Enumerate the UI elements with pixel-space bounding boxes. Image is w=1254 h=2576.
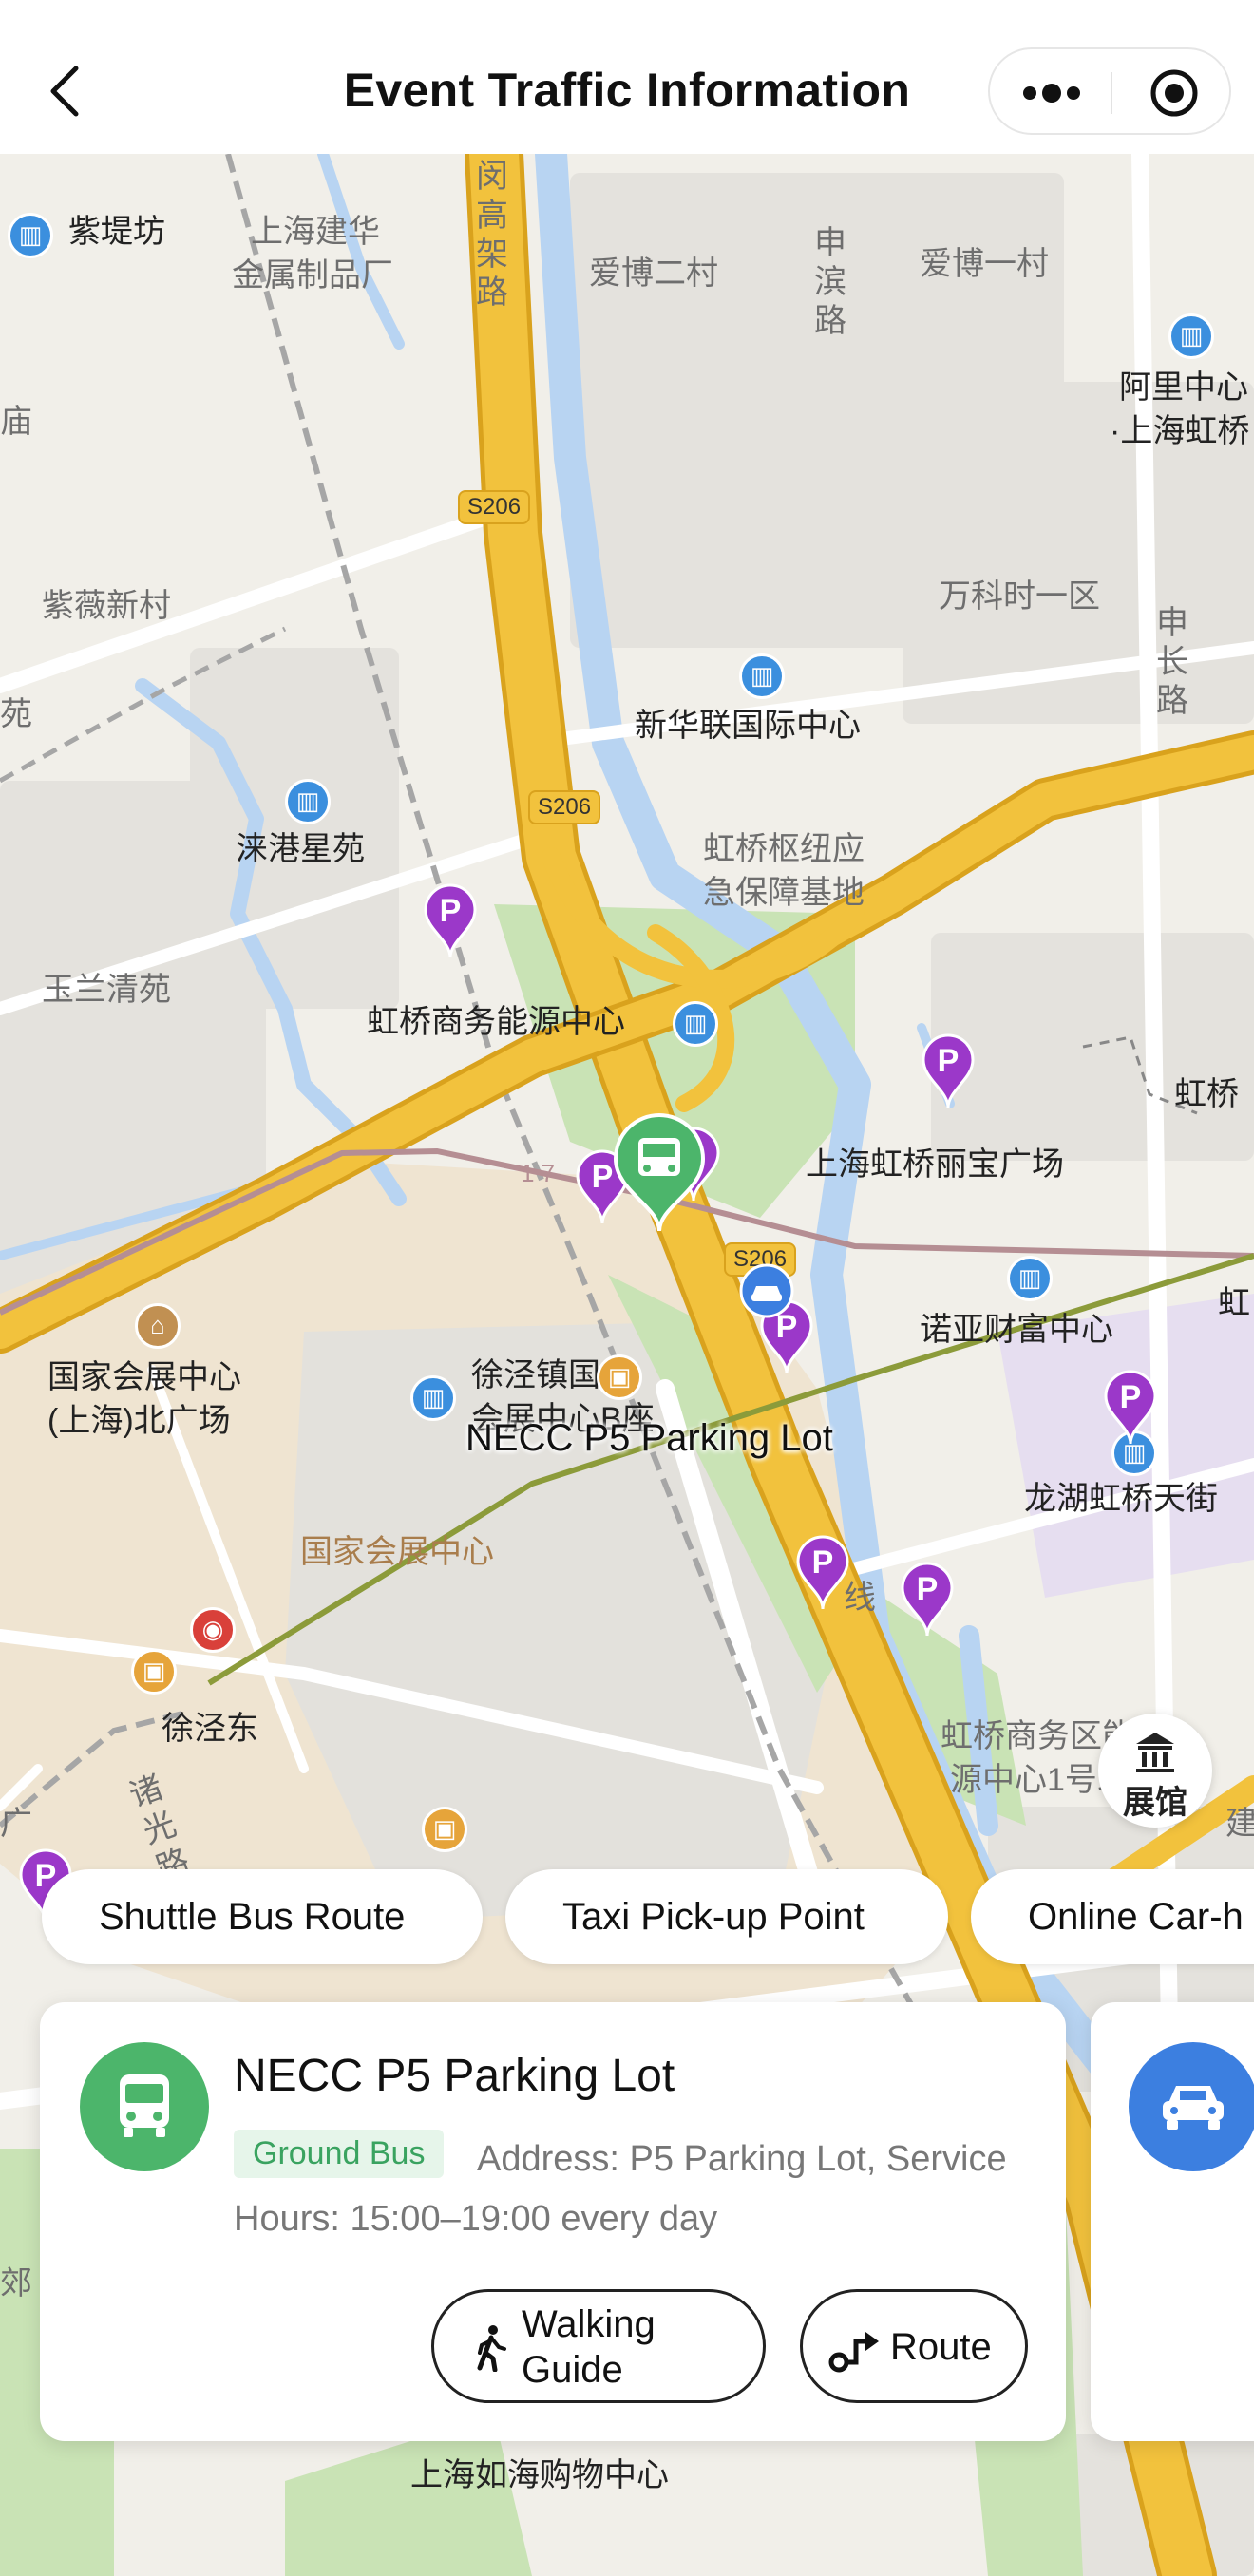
bus-location-pin-icon[interactable]	[612, 1111, 707, 1235]
map-label: 万科时一区	[939, 578, 1100, 615]
parking-pin-icon[interactable]: P	[1102, 1370, 1159, 1446]
parking-pin-icon[interactable]: P	[422, 883, 479, 959]
bus-stop-poi-icon[interactable]: ▣	[422, 1807, 467, 1852]
map-label: 紫薇新村	[42, 588, 171, 624]
road-badge-s206: S206	[528, 790, 601, 824]
parking-pin-icon[interactable]: P	[794, 1535, 851, 1611]
map-label: 庙	[0, 404, 32, 440]
route-button[interactable]: Route	[800, 2289, 1028, 2403]
map-label: 虹	[1218, 1285, 1250, 1321]
close-miniprogram-button[interactable]	[1140, 68, 1208, 118]
building-poi-icon[interactable]: ▥	[673, 1001, 718, 1047]
map-label: 广	[0, 1806, 32, 1842]
map-label: 虹桥枢纽应	[703, 831, 864, 867]
chip-online-car-hailing[interactable]: Online Car-h	[971, 1869, 1254, 1964]
target-icon	[1150, 69, 1198, 117]
map-label: 爱博一村	[920, 246, 1049, 282]
parking-pin-icon[interactable]: P	[920, 1033, 977, 1109]
map-label: 涞港星苑	[236, 831, 365, 867]
svg-text:P: P	[592, 1159, 614, 1195]
bus-icon	[80, 2042, 209, 2171]
road-badge-s206: S206	[458, 490, 531, 524]
more-dots-icon	[1023, 84, 1080, 103]
svg-text:P: P	[917, 1571, 939, 1607]
map-label: 苑	[0, 696, 32, 732]
parking-pin-icon[interactable]: P	[899, 1562, 956, 1638]
map-label: (上海)北广场	[48, 1403, 231, 1439]
car-icon	[1129, 2042, 1254, 2171]
map-label: 龙湖虹桥天街	[1024, 1481, 1218, 1517]
nav-bar: Event Traffic Information	[0, 0, 1254, 154]
location-name: NECC P5 Parking Lot	[234, 2051, 675, 2101]
chip-shuttle-bus-route[interactable]: Shuttle Bus Route	[42, 1869, 483, 1964]
map-label: 玉兰清苑	[42, 972, 171, 1008]
svg-text:P: P	[938, 1043, 960, 1079]
selected-location-label: NECC P5 Parking Lot	[466, 1417, 833, 1459]
building-poi-icon[interactable]: ▥	[1007, 1256, 1053, 1301]
building-poi-icon[interactable]: ▥	[8, 213, 53, 258]
bus-stop-poi-icon[interactable]: ▣	[597, 1354, 642, 1400]
map-label: 申滨路	[814, 225, 846, 339]
map-label: 1 7	[521, 1159, 556, 1187]
walking-guide-label-line1: Walking	[522, 2303, 656, 2345]
map-label: 上海如海购物中心	[410, 2457, 669, 2493]
map-label: 上海建华	[251, 214, 380, 250]
walking-guide-label-line2: Guide	[522, 2349, 623, 2391]
map-label: 虹桥	[1174, 1076, 1239, 1112]
car-location-pin-icon[interactable]	[739, 1263, 794, 1318]
pavilion-label: 展馆	[1123, 1785, 1188, 1821]
map-label: 新华联国际中心	[635, 708, 861, 744]
building-poi-icon[interactable]: ▥	[739, 653, 785, 699]
building-poi-icon[interactable]: ▥	[410, 1375, 456, 1421]
capsule-divider	[1111, 72, 1112, 114]
pavilion-icon	[1136, 1733, 1174, 1772]
map-label: 上海虹桥丽宝广场	[806, 1146, 1064, 1183]
building-poi-icon[interactable]: ▥	[1168, 313, 1214, 359]
map-label: 急保障基地	[703, 875, 864, 911]
map-label: ·上海虹桥	[1110, 413, 1250, 449]
map-label: 徐泾东	[162, 1711, 258, 1747]
map-label: 诺亚财富中心	[920, 1312, 1113, 1348]
transport-mode-chips: Shuttle Bus Route Taxi Pick-up Point Onl…	[0, 1869, 1254, 1970]
transport-type-badge: Ground Bus	[234, 2130, 445, 2178]
svg-text:P: P	[1120, 1379, 1142, 1415]
route-icon	[828, 2332, 879, 2373]
walking-guide-button[interactable]: Walking Guide	[431, 2289, 766, 2403]
building-poi-icon[interactable]: ▥	[285, 779, 331, 824]
pavilion-button[interactable]: 展馆	[1098, 1714, 1212, 1828]
map-label: 金属制品厂	[232, 257, 393, 294]
map-label: 国家会展中心	[48, 1359, 241, 1395]
svg-text:P: P	[440, 893, 462, 929]
location-info-card[interactable]: NECC P5 Parking Lot Address: P5 Parking …	[40, 2002, 1066, 2441]
map-label: 阿里中心	[1119, 369, 1248, 406]
bus-stop-poi-icon[interactable]: ▣	[131, 1649, 177, 1695]
mini-program-capsule	[988, 47, 1231, 135]
map-label: 爱博二村	[589, 256, 718, 292]
metro-station-icon[interactable]: ◉	[190, 1607, 236, 1653]
next-location-card[interactable]	[1091, 2002, 1254, 2441]
more-button[interactable]	[1016, 70, 1087, 116]
route-label: Route	[890, 2326, 992, 2368]
map-label: 紫堤坊	[68, 214, 165, 250]
map-label: 郊	[0, 2265, 32, 2301]
museum-poi-icon[interactable]: ⌂	[135, 1303, 180, 1349]
map-label: 虹桥商务能源中心	[367, 1004, 625, 1040]
map-label: 申长路	[1156, 605, 1188, 719]
svg-text:P: P	[812, 1544, 834, 1581]
map-label: 建	[1226, 1806, 1254, 1842]
walking-person-icon	[477, 2325, 506, 2372]
map-label: 闵高架路	[476, 159, 508, 312]
map-label: 国家会展中心	[300, 1534, 494, 1570]
chip-taxi-pickup-point[interactable]: Taxi Pick-up Point	[505, 1869, 948, 1964]
